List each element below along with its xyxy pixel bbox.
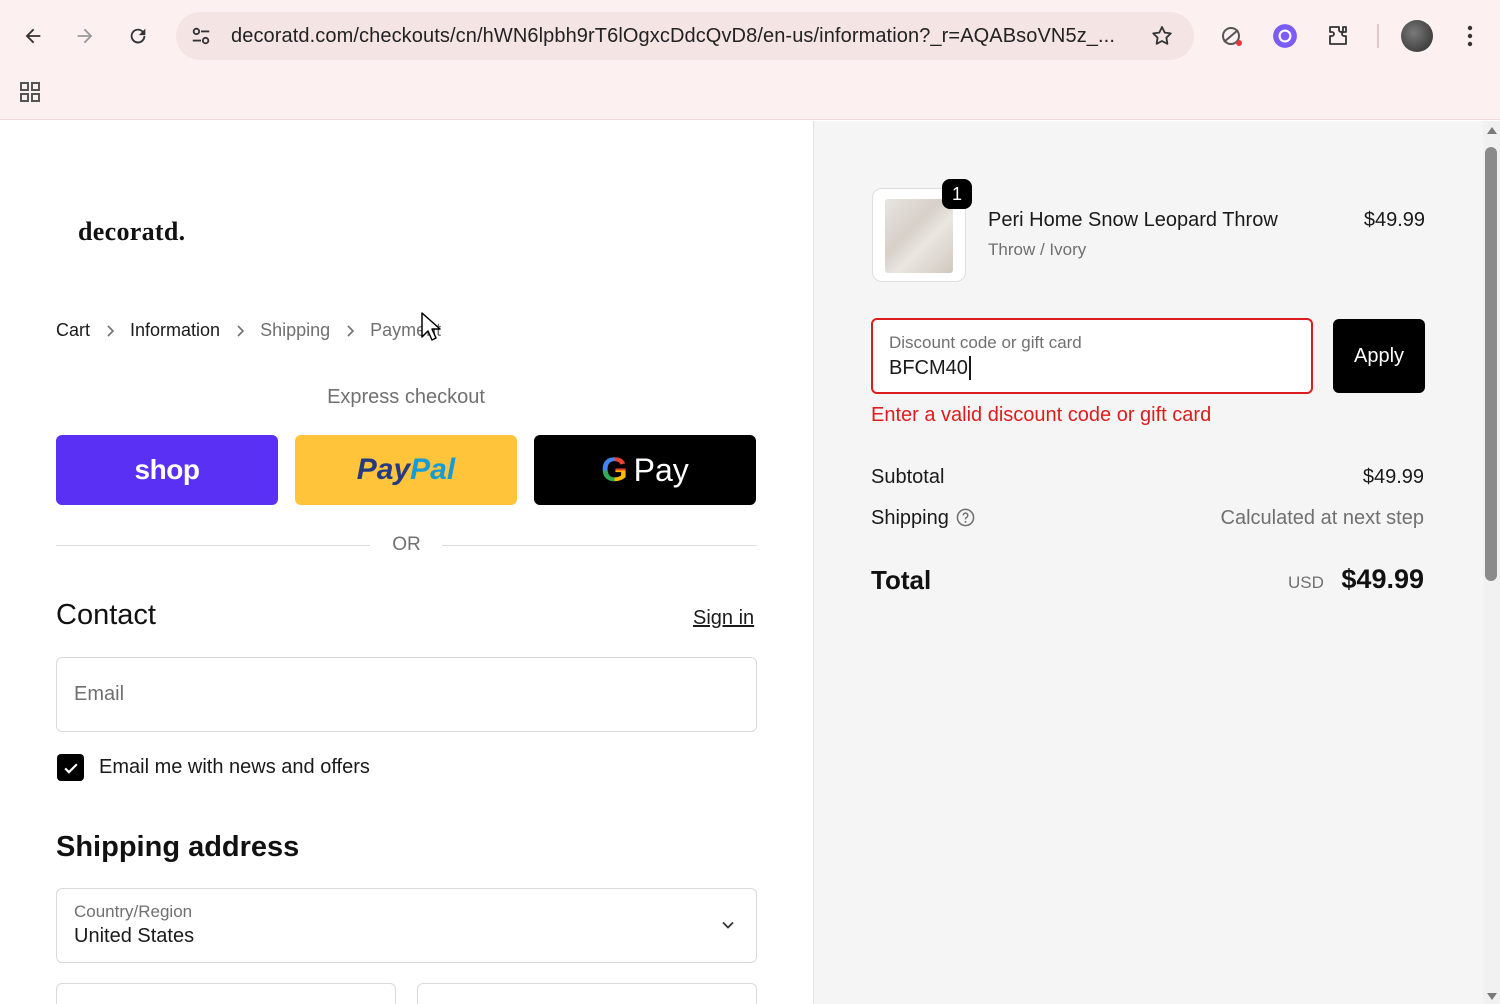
discount-code-field[interactable]: Discount code or gift card BFCM40 bbox=[871, 318, 1313, 394]
quantity-badge: 1 bbox=[942, 179, 972, 209]
scrollbar-thumb[interactable] bbox=[1485, 147, 1497, 581]
product-image bbox=[885, 199, 953, 273]
paypal-logo-pal: Pal bbox=[410, 453, 456, 486]
scroll-down-arrow-icon[interactable] bbox=[1487, 993, 1497, 1000]
shipping-label: Shipping bbox=[871, 507, 949, 529]
help-icon[interactable] bbox=[956, 508, 975, 527]
paypal-button[interactable]: Pay Pal bbox=[295, 435, 517, 505]
total-label: Total bbox=[871, 565, 932, 595]
country-select[interactable]: Country/Region United States bbox=[56, 888, 757, 963]
newsletter-checkbox[interactable] bbox=[57, 754, 84, 781]
shipping-address-heading: Shipping address bbox=[56, 831, 300, 863]
newsletter-label[interactable]: Email me with news and offers bbox=[99, 756, 370, 779]
first-name-field[interactable] bbox=[56, 983, 396, 1004]
country-label: Country/Region bbox=[74, 902, 193, 921]
discount-label: Discount code or gift card bbox=[889, 333, 1082, 352]
arrow-left-icon bbox=[25, 28, 41, 44]
google-pay-label: Pay bbox=[633, 451, 689, 488]
extension-purple-icon[interactable] bbox=[1271, 22, 1299, 50]
page-scrollbar[interactable] bbox=[1483, 121, 1500, 1004]
browser-toolbar: decoratd.com/checkouts/cn/hWN6lpbh9rT6lO… bbox=[0, 0, 1500, 72]
site-settings-icon[interactable] bbox=[190, 25, 212, 47]
order-summary: 1 Peri Home Snow Leopard Throw Throw / I… bbox=[813, 121, 1483, 1004]
address-bar[interactable]: decoratd.com/checkouts/cn/hWN6lpbh9rT6lO… bbox=[176, 12, 1194, 60]
shop-pay-button[interactable]: shop bbox=[56, 435, 278, 505]
total-value: $49.99 bbox=[1341, 564, 1424, 594]
paypal-logo-pay: Pay bbox=[356, 453, 411, 486]
checkmark-icon bbox=[63, 762, 78, 774]
toolbar-divider bbox=[1377, 24, 1379, 48]
google-g-icon: G bbox=[601, 450, 628, 489]
email-field[interactable] bbox=[56, 657, 757, 732]
extensions-puzzle-icon[interactable] bbox=[1324, 22, 1352, 50]
reload-icon bbox=[130, 28, 146, 44]
discount-error: Enter a valid discount code or gift card bbox=[871, 404, 1212, 426]
back-button[interactable] bbox=[15, 18, 51, 54]
store-logo[interactable]: decoratd. bbox=[78, 217, 185, 247]
reload-button[interactable] bbox=[120, 18, 156, 54]
product-price: $49.99 bbox=[1363, 209, 1425, 231]
extension-translate-icon[interactable] bbox=[1218, 22, 1246, 50]
chevron-right-icon bbox=[107, 324, 115, 337]
bookmarks-bar bbox=[0, 72, 1500, 120]
shipping-value: Calculated at next step bbox=[1220, 507, 1424, 529]
subtotal-value: $49.99 bbox=[1362, 466, 1424, 488]
profile-avatar[interactable] bbox=[1401, 20, 1433, 52]
checkout-main: decoratd. Cart Information Shipping Paym… bbox=[0, 121, 813, 1004]
arrow-right-icon bbox=[77, 28, 93, 44]
google-pay-button[interactable]: G Pay bbox=[534, 435, 756, 505]
or-label: OR bbox=[392, 534, 421, 555]
apply-discount-button[interactable]: Apply bbox=[1333, 319, 1425, 393]
subtotal-label: Subtotal bbox=[871, 466, 945, 488]
url-text: decoratd.com/checkouts/cn/hWN6lpbh9rT6lO… bbox=[231, 25, 1115, 47]
breadcrumb: Cart Information Shipping Payment bbox=[56, 320, 441, 341]
breadcrumb-shipping: Shipping bbox=[260, 320, 331, 340]
product-name: Peri Home Snow Leopard Throw bbox=[988, 209, 1278, 231]
product-variant: Throw / Ivory bbox=[988, 240, 1087, 259]
last-name-field[interactable] bbox=[417, 983, 757, 1004]
shop-pay-logo: shop bbox=[134, 454, 200, 485]
discount-value: BFCM40 bbox=[889, 356, 971, 380]
apps-grid-icon[interactable] bbox=[18, 80, 42, 104]
express-checkout-label: Express checkout bbox=[327, 386, 485, 408]
chevron-right-icon bbox=[347, 324, 355, 337]
shipping-row: Shipping bbox=[871, 507, 975, 530]
or-divider: OR bbox=[56, 533, 757, 557]
country-value: United States bbox=[74, 925, 195, 947]
sign-in-link[interactable]: Sign in bbox=[693, 607, 754, 630]
scroll-up-arrow-icon[interactable] bbox=[1487, 127, 1497, 134]
forward-button[interactable] bbox=[67, 18, 103, 54]
mouse-cursor-icon bbox=[421, 312, 441, 341]
more-menu-icon[interactable] bbox=[1458, 22, 1482, 50]
chevron-down-icon bbox=[722, 921, 734, 929]
contact-heading: Contact bbox=[56, 599, 156, 631]
star-icon[interactable] bbox=[1150, 24, 1174, 48]
breadcrumb-cart[interactable]: Cart bbox=[56, 320, 90, 341]
total-currency: USD bbox=[1288, 573, 1324, 592]
chevron-right-icon bbox=[237, 324, 245, 337]
breadcrumb-information: Information bbox=[130, 320, 221, 340]
